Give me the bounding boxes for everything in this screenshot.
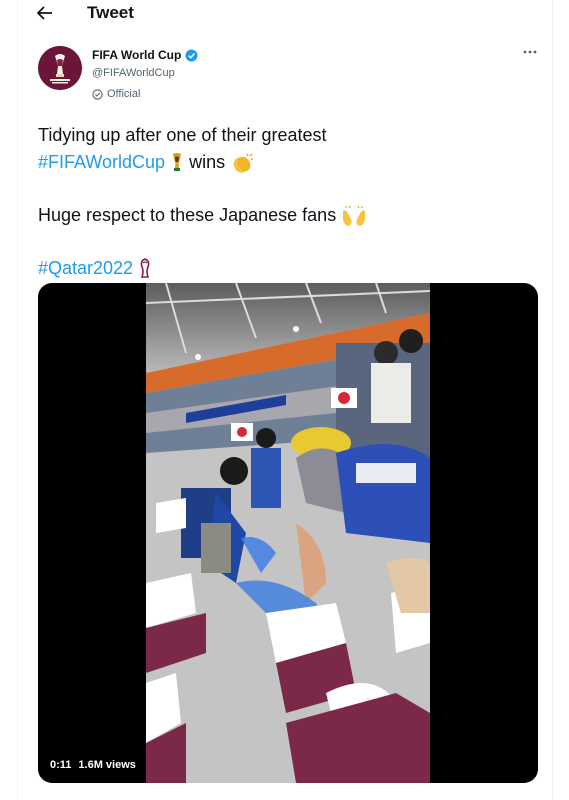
tweet-line-3: Huge respect to these Japanese fans bbox=[38, 202, 528, 229]
tweet-line-1: Tidying up after one of their greatest bbox=[38, 125, 327, 145]
qatar2022-emblem-icon bbox=[140, 258, 150, 279]
video-views: 1.6M views bbox=[78, 759, 136, 771]
page-title: Tweet bbox=[87, 3, 134, 22]
tweet-text: Tidying up after one of their greatest #… bbox=[38, 122, 528, 282]
author-name[interactable]: FIFA World Cup bbox=[92, 48, 181, 62]
video-frame[interactable] bbox=[146, 283, 430, 783]
avatar[interactable] bbox=[38, 46, 82, 90]
official-label: Official bbox=[92, 88, 140, 100]
video-meta: 0:11 1.6M views bbox=[50, 759, 136, 771]
clapping-hands-emoji-icon bbox=[233, 153, 254, 174]
official-text: Official bbox=[107, 88, 141, 100]
hashtag-fifaworldcup[interactable]: #FIFAWorldCup bbox=[38, 152, 165, 172]
tweet-word-wins: wins bbox=[189, 152, 226, 172]
verified-badge-icon bbox=[185, 48, 198, 62]
trophy-emoji-icon bbox=[173, 153, 182, 172]
tweet-line-4: #Qatar2022 bbox=[38, 255, 528, 282]
video-duration: 0:11 bbox=[50, 759, 72, 771]
official-badge-icon bbox=[92, 88, 103, 100]
more-horizontal-icon bbox=[523, 50, 537, 54]
back-button[interactable] bbox=[33, 2, 57, 24]
tweet-line-2: #FIFAWorldCup wins bbox=[38, 149, 528, 176]
author-handle[interactable]: @FIFAWorldCup bbox=[92, 67, 175, 79]
hashtag-qatar2022[interactable]: #Qatar2022 bbox=[38, 258, 133, 278]
arrow-left-icon bbox=[37, 6, 52, 20]
author-name-row[interactable]: FIFA World Cup bbox=[92, 48, 198, 62]
video-thumbnail-image bbox=[146, 283, 430, 783]
tweet-respect-text: Huge respect to these Japanese fans bbox=[38, 205, 337, 225]
raising-hands-emoji-icon bbox=[343, 205, 366, 227]
more-options-button[interactable] bbox=[518, 42, 542, 62]
tweet-video[interactable]: 0:11 1.6M views bbox=[38, 283, 538, 783]
fifa-world-cup-logo bbox=[38, 46, 82, 90]
tweet-header: Tweet bbox=[17, 0, 553, 30]
